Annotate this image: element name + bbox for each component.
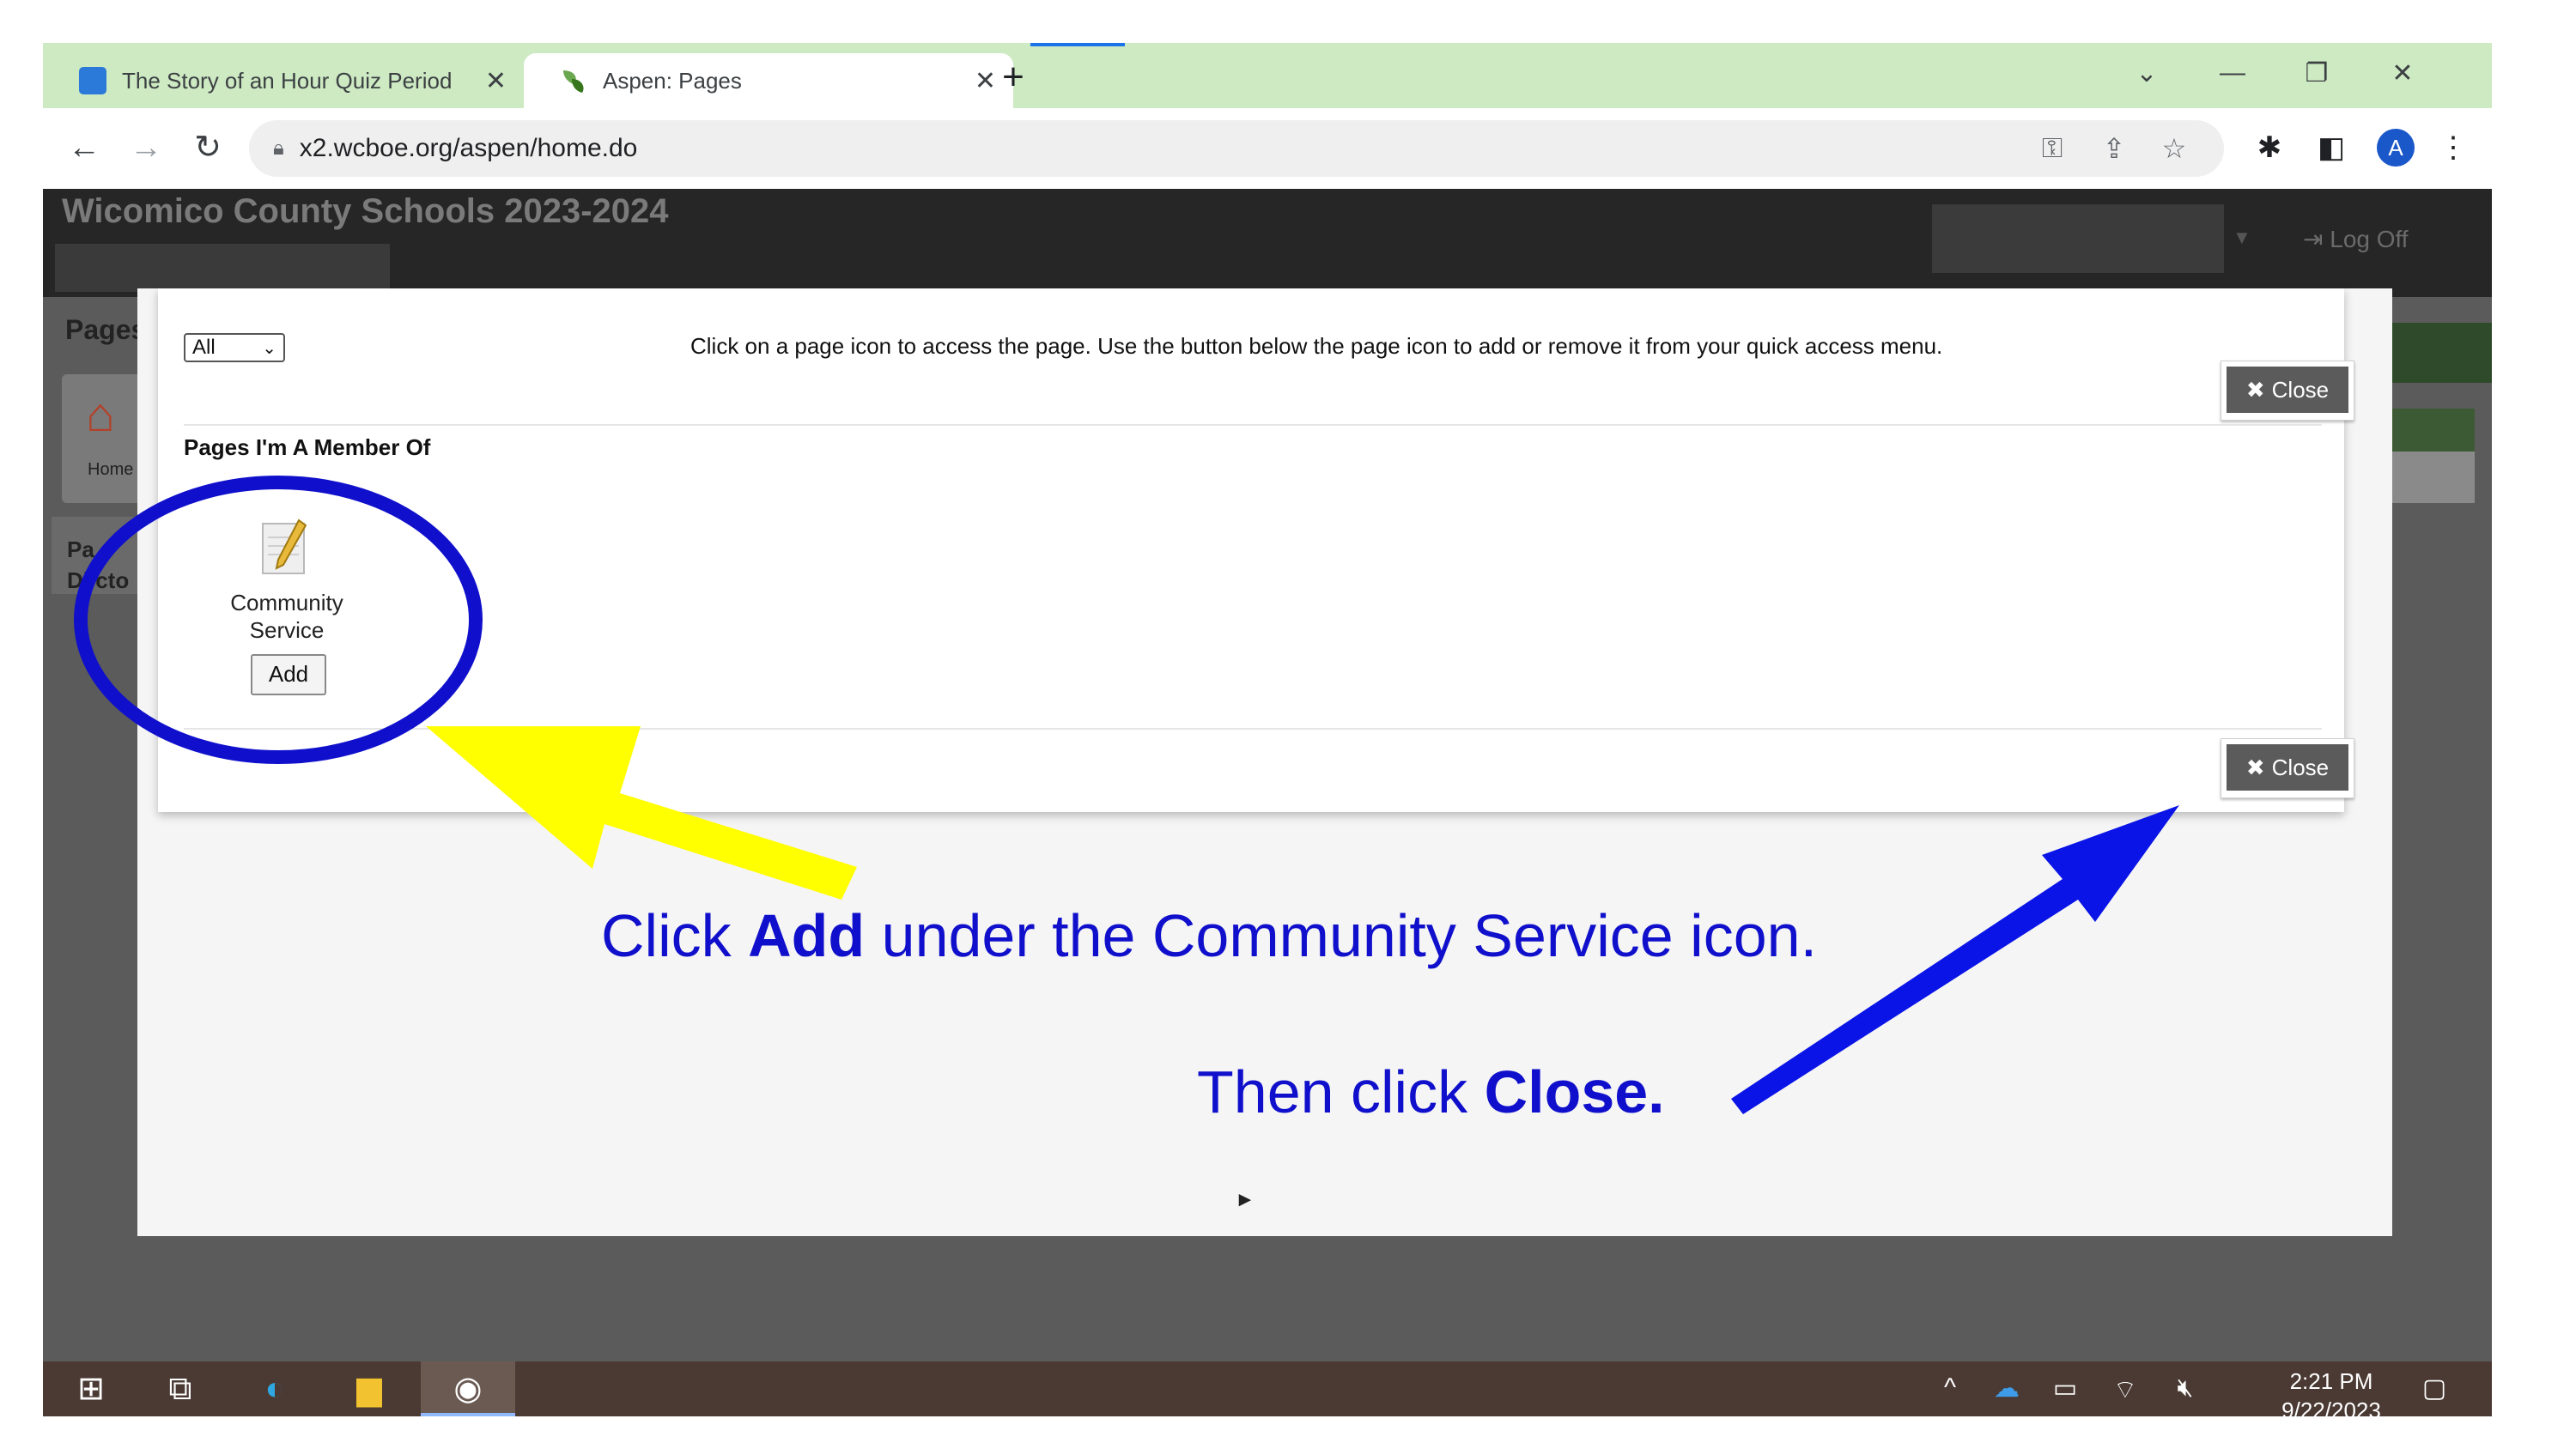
- forward-icon[interactable]: →: [124, 125, 168, 170]
- lock-icon: 🔒︎: [273, 136, 284, 160]
- page-label[interactable]: Community Service: [210, 589, 364, 644]
- file-explorer-icon[interactable]: ▆: [343, 1368, 395, 1410]
- onedrive-icon[interactable]: ☁: [1985, 1373, 2028, 1404]
- log-off-label: Log Off: [2330, 226, 2409, 252]
- new-tab-button[interactable]: +: [987, 52, 1039, 103]
- sidebar-item-label: Home: [88, 460, 134, 479]
- volume-muted-icon[interactable]: 🔇︎: [2164, 1373, 2207, 1403]
- close-button-bottom[interactable]: ✖ Close: [2221, 738, 2354, 798]
- clock[interactable]: 2:21 PM 9/22/2023: [2275, 1367, 2387, 1416]
- close-icon[interactable]: ✕: [485, 66, 507, 96]
- role-select[interactable]: [1932, 204, 2224, 273]
- url-text: x2.wcboe.org/aspen/home.do: [299, 134, 638, 162]
- key-icon[interactable]: ⚿: [2033, 132, 2071, 165]
- loading-indicator: [1030, 43, 1125, 46]
- section-title: Pages I'm A Member Of: [184, 434, 431, 460]
- notepad-pencil-icon[interactable]: [252, 515, 321, 584]
- windows-start-icon[interactable]: ⊞: [65, 1368, 117, 1410]
- notification-icon[interactable]: ▢: [2413, 1373, 2456, 1404]
- chrome-taskbar-button[interactable]: ◉: [421, 1361, 515, 1416]
- menu-icon[interactable]: ⋮: [2432, 130, 2475, 165]
- browser-tab-strip: The Story of an Hour Quiz Period ✕ Aspen…: [43, 43, 2492, 108]
- pages-dialog: All ⌄ Click on a page icon to access the…: [158, 288, 2354, 812]
- back-icon[interactable]: ←: [62, 125, 106, 170]
- instructions-text: Click on a page icon to access the page.…: [690, 333, 1943, 359]
- tab-title: Aspen: Pages: [603, 67, 742, 94]
- add-button[interactable]: Add: [251, 654, 326, 695]
- window-close-icon[interactable]: ✕: [2377, 58, 2428, 88]
- school-title: Wicomico County Schools 2023-2024: [62, 192, 669, 230]
- log-off-link[interactable]: ⇥ Log Off: [2303, 225, 2409, 253]
- wifi-icon[interactable]: ⌔: [2104, 1373, 2147, 1406]
- chevron-down-icon[interactable]: ▼: [2233, 227, 2251, 249]
- log-off-icon: ⇥: [2303, 226, 2330, 252]
- chrome-icon: ◉: [453, 1371, 483, 1407]
- minimize-icon[interactable]: —: [2207, 58, 2258, 88]
- battery-icon[interactable]: ▭: [2044, 1373, 2087, 1404]
- chevron-down-icon: ⌄: [262, 338, 276, 358]
- aspen-leaf-icon: [560, 67, 587, 94]
- cursor-arrow-icon: ►: [1235, 1188, 1255, 1211]
- annotation-line-2: Then click Close.: [1197, 1058, 1665, 1125]
- annotation-line-1: Click Add under the Community Service ic…: [601, 902, 1818, 969]
- house-icon: ⌂: [86, 387, 115, 441]
- close-icon: ✖: [2245, 754, 2265, 780]
- task-view-icon[interactable]: ⧉: [155, 1368, 206, 1410]
- close-label: Close: [2271, 754, 2330, 780]
- restore-icon[interactable]: ❐: [2291, 58, 2342, 88]
- taskbar: ⊞ ⧉ ◐ ▆ ◉ ^ ☁ ▭ ⌔ 🔇︎ 2:21 PM 9/22/2023 ▢: [43, 1361, 2492, 1416]
- close-icon: ✖: [2245, 376, 2265, 403]
- divider: [184, 424, 2322, 426]
- side-panel-icon[interactable]: ◧: [2310, 130, 2353, 165]
- close-label: Close: [2271, 376, 2330, 403]
- profile-avatar[interactable]: A: [2377, 129, 2415, 167]
- reload-icon[interactable]: ↻: [185, 125, 230, 170]
- extensions-icon[interactable]: ✱: [2248, 130, 2291, 165]
- tab-title: The Story of an Hour Quiz Period: [122, 67, 453, 94]
- divider: [184, 728, 2322, 730]
- aspen-header: Wicomico County Schools 2023-2024 ▼ ⇥ Lo…: [43, 189, 2492, 297]
- browser-toolbar: ← → ↻ 🔒︎ x2.wcboe.org/aspen/home.do ⚿ ⇪ …: [43, 108, 2492, 190]
- screenshot: The Story of an Hour Quiz Period ✕ Aspen…: [43, 43, 2492, 1416]
- classroom-icon: [79, 67, 106, 94]
- sidebar-item-label: Pa Di cto: [67, 537, 130, 593]
- tab-story-quiz[interactable]: The Story of an Hour Quiz Period ✕: [43, 53, 524, 108]
- edge-icon[interactable]: ◐: [249, 1368, 301, 1410]
- close-button-top[interactable]: ✖ Close: [2221, 361, 2354, 421]
- filter-select[interactable]: All ⌄: [184, 333, 285, 362]
- chevron-up-icon[interactable]: ^: [1929, 1373, 1971, 1403]
- chevron-down-icon[interactable]: ⌄: [2121, 58, 2172, 88]
- header-nav-box: [55, 244, 390, 292]
- star-icon[interactable]: ☆: [2155, 132, 2193, 165]
- sidebar-title: Pages: [65, 314, 147, 345]
- address-bar[interactable]: 🔒︎ x2.wcboe.org/aspen/home.do: [249, 120, 2224, 177]
- filter-value: All: [192, 336, 216, 359]
- tab-aspen-pages[interactable]: Aspen: Pages ✕: [524, 53, 1013, 108]
- share-icon[interactable]: ⇪: [2095, 132, 2133, 165]
